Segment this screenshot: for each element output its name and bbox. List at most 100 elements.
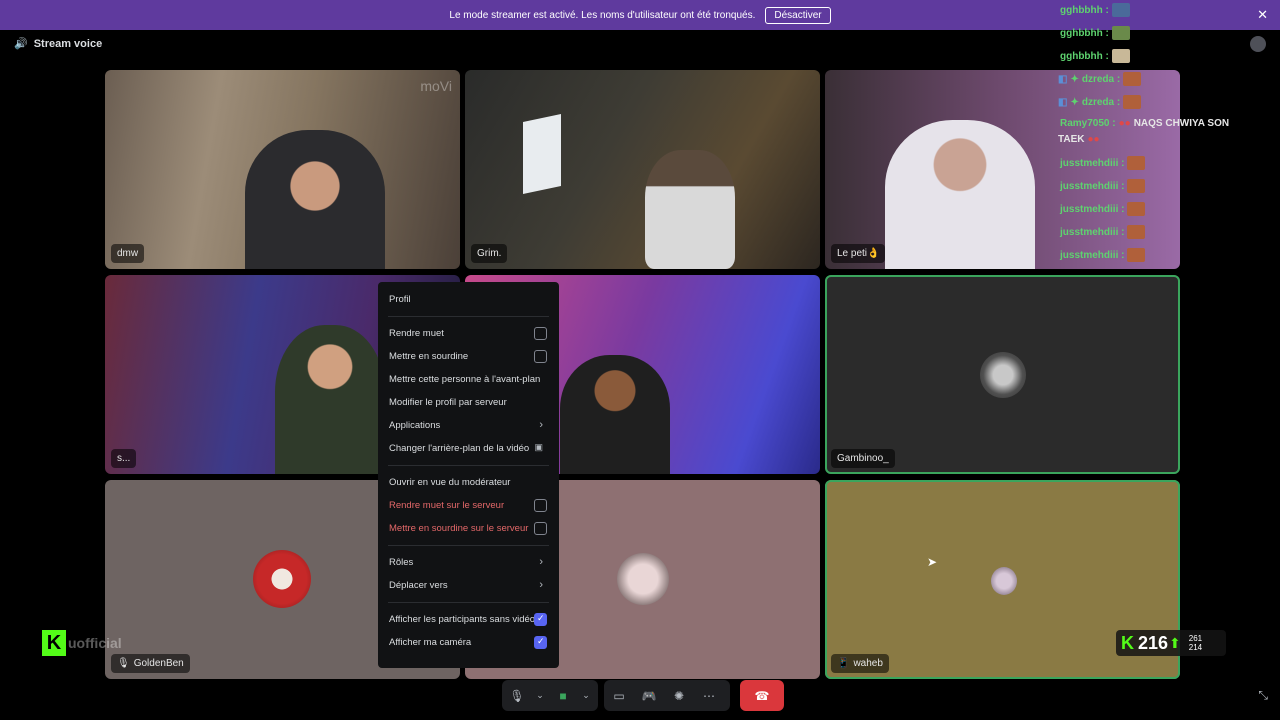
participant-name: 📱 waheb [831,654,889,673]
menu-item-server-deafen[interactable]: Mettre en sourdine sur le serveur [384,517,553,540]
kick-k-icon: K [1121,632,1134,653]
emote-icon [1127,248,1146,262]
emote-icon [1127,156,1146,170]
participant-silhouette [275,325,385,474]
chevron-down-icon[interactable]: ⌄ [532,680,548,711]
channel-name: Stream voice [33,37,103,50]
menu-divider [388,316,549,317]
checkbox[interactable] [534,522,547,535]
participant-name: s... [111,449,137,468]
viewer-count: 216 [1138,632,1169,653]
soundboard-icon[interactable]: ✺ [664,680,694,711]
menu-item-deafen[interactable]: Mettre en sourdine [384,345,553,368]
user-context-menu: Profil Rendre muet Mettre en sourdine Me… [378,282,559,668]
monitor-screen [523,113,561,195]
screen-share-icon[interactable]: ▭ [604,680,634,711]
participant-silhouette [885,120,1035,269]
emote-icon [1127,225,1146,239]
fullscreen-icon[interactable]: ⤡ [1258,688,1268,703]
menu-item-server-mute[interactable]: Rendre muet sur le serveur [384,494,553,517]
avatar [253,550,311,608]
chat-bubble-icon[interactable] [1250,36,1266,52]
menu-item-applications[interactable]: Applications › [384,414,553,437]
close-icon[interactable]: ✕ [1257,7,1268,23]
chat-line: gghbbhh : [1060,26,1130,40]
menu-item-mute[interactable]: Rendre muet [384,322,553,345]
menu-item-edit-server-profile[interactable]: Modifier le profil par serveur [384,391,553,414]
camera-icon[interactable]: ■ [548,680,578,711]
menu-item-focus[interactable]: Mettre cette personne à l'avant-plan [384,368,553,391]
stats: 261 214 [1188,634,1203,652]
menu-item-show-non-video[interactable]: Afficher les participants sans vidéo [384,608,553,631]
menu-item-video-background[interactable]: Changer l'arrière-plan de la vidéo ▣ [384,437,553,460]
emote-icon [1111,49,1130,63]
video-tile[interactable]: Gambinoo_ [825,275,1180,474]
checkbox-checked[interactable] [534,613,547,626]
badge-icon: ◧ [1058,73,1068,85]
checkbox[interactable] [534,499,547,512]
chat-line: gghbbhh : [1060,49,1130,63]
microphone-icon[interactable]: 🎙 [502,680,532,711]
avatar [980,352,1026,398]
badge-icon: ✦ [1070,73,1079,85]
mic-muted-icon: 🎙 [117,658,130,669]
chat-line: ◧ ✦ dzreda : [1058,95,1142,109]
mouse-cursor: ➤ [927,555,938,569]
chat-line: jusstmehdiii : [1060,179,1146,193]
badge-icon: ✦ [1070,96,1079,108]
chat-line: jusstmehdiii : [1060,156,1146,170]
menu-item-roles[interactable]: Rôles › [384,551,553,574]
kick-handle: uofficial [68,635,122,651]
participant-name: 🎙 GoldenBen [111,654,190,673]
viewer-counter: K 216 ⬆ 261 214 [1116,630,1226,656]
chevron-right-icon: › [539,419,543,431]
chat-line: gghbbhh : [1060,3,1130,17]
participant-name: Gambinoo_ [831,449,895,468]
chat-line: ◧ ✦ dzreda : [1058,72,1142,86]
participant-silhouette [245,130,385,269]
menu-item-show-my-camera[interactable]: Afficher ma caméra [384,631,553,654]
speaker-icon: 🔊 [14,38,28,50]
checkbox[interactable] [534,350,547,363]
kick-logo: K uofficial [42,630,122,656]
emote-icon [1127,179,1146,193]
chat-line: Ramy7050 : ●● NAQS CHWIYA SON [1060,118,1230,129]
video-tile[interactable]: moVi dmw [105,70,460,269]
badge-icon: ◧ [1058,96,1068,108]
banner-text: Le mode streamer est activé. Les noms d'… [449,9,756,21]
menu-item-moderator-view[interactable]: Ouvrir en vue du modérateur [384,471,553,494]
emote-icon: ●● [1087,134,1100,145]
participant-name: dmw [111,244,145,263]
chat-line: TAEK ●● [1058,134,1100,145]
menu-item-move-to[interactable]: Déplacer vers › [384,574,553,597]
video-tile[interactable]: Grim. [465,70,820,269]
voice-controls-group: 🎙 ⌄ ■ ⌄ [502,680,598,711]
checkbox[interactable] [534,327,547,340]
emote-icon: ●● [1118,118,1131,129]
disable-streamer-mode-button[interactable]: Désactiver [765,6,831,24]
phone-icon: 📱 [837,658,850,669]
emote-icon [1123,95,1142,109]
menu-divider [388,465,549,466]
menu-divider [388,602,549,603]
participant-name: Le peti👌 [831,244,886,263]
avatar [991,567,1017,595]
chat-line: jusstmehdiii : [1060,248,1146,262]
checkbox-checked[interactable] [534,636,547,649]
gamepad-icon[interactable]: 🎮 [634,680,664,711]
channel-title: 🔊 Stream voice [14,37,103,51]
emote-icon [1127,202,1146,216]
menu-item-profile[interactable]: Profil [384,288,553,311]
chevron-right-icon: › [539,556,543,568]
emote-icon [1111,26,1130,40]
arrow-up-icon: ⬆ [1169,634,1181,651]
chevron-down-icon[interactable]: ⌄ [578,680,594,711]
menu-divider [388,545,549,546]
kick-k-icon: K [42,630,66,656]
disconnect-button[interactable]: ☎ [740,680,784,711]
activity-controls-group: ▭ 🎮 ✺ ⋯ [604,680,730,711]
watermark: moVi [420,78,452,94]
more-options-icon[interactable]: ⋯ [694,680,724,711]
emote-icon [1123,72,1142,86]
emote-icon [1111,3,1130,17]
